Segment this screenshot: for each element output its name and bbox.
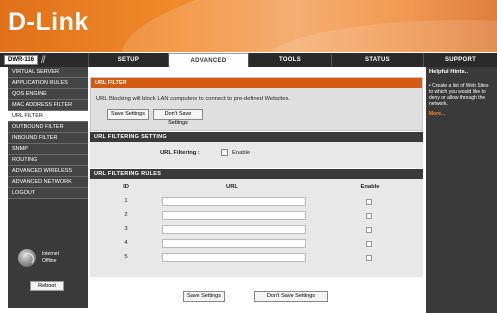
tab-advanced[interactable]: ADVANCED	[168, 53, 248, 67]
sidebar-item-advanced-network[interactable]: ADVANCED NETWORK	[8, 177, 88, 188]
header-url: URL	[226, 184, 238, 190]
url-input-5[interactable]	[162, 253, 306, 262]
rules-table-header: ID URL Enable	[90, 181, 423, 195]
header-id: ID	[123, 184, 129, 190]
globe-icon	[18, 249, 36, 267]
dont-save-settings-button[interactable]: Don't Save Settings	[153, 109, 203, 126]
tab-setup[interactable]: SETUP	[88, 53, 168, 67]
help-text: • Create a list of Web Sites to which yo…	[429, 83, 489, 107]
top-nav: DWR-116 // SETUP ADVANCED TOOLS STATUS S…	[0, 53, 497, 67]
sidebar-item-snmp[interactable]: SNMP	[8, 144, 88, 155]
internet-offline-label: Offline	[42, 258, 57, 264]
enable-checkbox-1[interactable]	[366, 199, 372, 205]
table-row: 5	[90, 251, 423, 265]
url-filtering-setting-section: URL FILTERING SETTING URL Filtering : En…	[90, 132, 423, 168]
tab-support[interactable]: SUPPORT	[423, 53, 497, 67]
url-input-2[interactable]	[162, 211, 306, 220]
sidebar-item-qos-engine[interactable]: QOS ENGINE	[8, 89, 88, 100]
url-input-3[interactable]	[162, 225, 306, 234]
internet-status: Internet Offline	[8, 247, 88, 269]
enable-checkbox-4[interactable]	[366, 241, 372, 247]
rules-table: ID URL Enable 1 2 3 4 5	[90, 181, 423, 265]
header-banner: D-Link	[0, 0, 497, 52]
sidebar-item-advanced-wireless[interactable]: ADVANCED WIRELESS	[8, 166, 88, 177]
table-row: 2	[90, 209, 423, 223]
internet-label: Internet	[42, 251, 59, 257]
sidebar-item-outbound-filter[interactable]: OUTBOUND FILTER	[8, 122, 88, 133]
main-content: URL FILTER URL Blocking will block LAN c…	[90, 67, 423, 313]
internet-status-label: Internet Offline	[42, 251, 82, 265]
dont-save-settings-button-bottom[interactable]: Don't Save Settings	[254, 291, 328, 302]
reboot-button[interactable]: Reboot	[30, 281, 64, 291]
rule-id: 3	[124, 226, 128, 232]
url-filtering-setting-row: URL Filtering : Enable	[90, 146, 423, 162]
enable-checkbox-2[interactable]	[366, 213, 372, 219]
url-input-4[interactable]	[162, 239, 306, 248]
sidebar-item-application-rules[interactable]: APPLICATION RULES	[8, 78, 88, 89]
url-filtering-checkbox[interactable]	[221, 149, 228, 156]
help-title: Helpful Hints..	[429, 69, 468, 75]
sidebar-item-mac-address-filter[interactable]: MAC ADDRESS FILTER	[8, 100, 88, 111]
dlink-logo: D-Link	[8, 8, 89, 36]
table-row: 3	[90, 223, 423, 237]
model-badge-area: DWR-116 //	[0, 53, 88, 67]
rule-id: 5	[124, 254, 128, 260]
sidebar-item-url-filter[interactable]: URL FILTER	[8, 111, 88, 122]
url-input-1[interactable]	[162, 197, 306, 206]
sidebar: VIRTUAL SERVER APPLICATION RULES QOS ENG…	[8, 67, 88, 308]
model-badge: DWR-116	[4, 55, 39, 65]
rule-id: 4	[124, 240, 128, 246]
enable-checkbox-5[interactable]	[366, 255, 372, 261]
url-filter-description: URL Blocking will block LAN computers to…	[96, 96, 290, 102]
rule-id: 2	[124, 212, 128, 218]
table-row: 4	[90, 237, 423, 251]
save-settings-button-bottom[interactable]: Save Settings	[183, 291, 225, 302]
sidebar-item-inbound-filter[interactable]: INBOUND FILTER	[8, 133, 88, 144]
rule-id: 1	[124, 198, 128, 204]
header-enable: Enable	[360, 184, 380, 190]
sidebar-item-virtual-server[interactable]: VIRTUAL SERVER	[8, 67, 88, 78]
help-panel: Helpful Hints.. • Create a list of Web S…	[426, 67, 497, 313]
url-filtering-label: URL Filtering :	[160, 150, 200, 156]
url-filter-box: URL FILTER URL Blocking will block LAN c…	[90, 77, 423, 131]
sidebar-item-routing[interactable]: ROUTING	[8, 155, 88, 166]
save-settings-button[interactable]: Save Settings	[107, 109, 149, 120]
sidebar-item-logout[interactable]: LOGOUT	[8, 188, 88, 199]
table-row: 1	[90, 195, 423, 209]
url-filtering-setting-title: URL FILTERING SETTING	[90, 132, 423, 142]
url-filter-title: URL FILTER	[91, 78, 422, 88]
url-filtering-enable-label: Enable	[232, 150, 251, 156]
url-filtering-rules-title: URL FILTERING RULES	[90, 169, 423, 179]
tab-status[interactable]: STATUS	[331, 53, 423, 67]
enable-checkbox-3[interactable]	[366, 227, 372, 233]
tab-tools[interactable]: TOOLS	[248, 53, 331, 67]
model-slashes: //	[41, 54, 45, 66]
url-filtering-rules-section: URL FILTERING RULES ID URL Enable 1 2 3	[90, 169, 423, 277]
help-more-link[interactable]: More...	[429, 111, 494, 117]
